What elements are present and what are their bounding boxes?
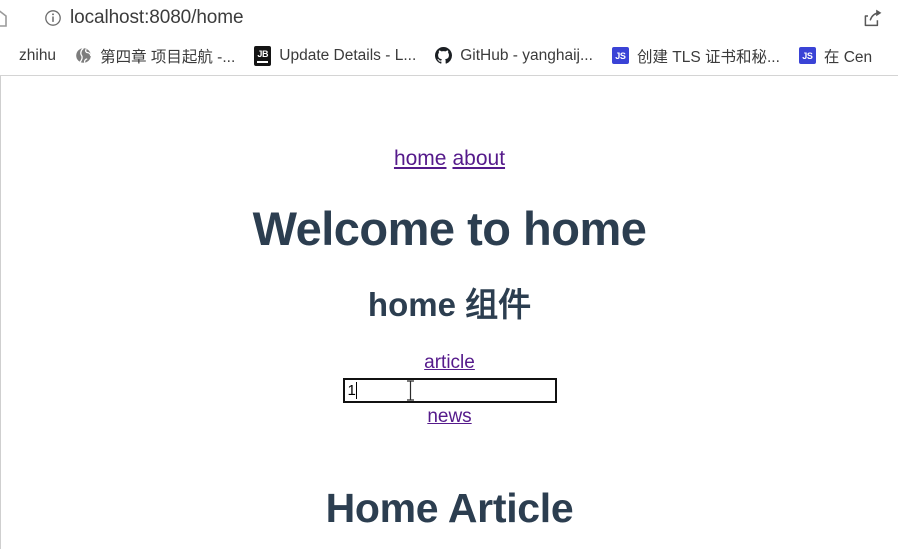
bookmark-label: zhihu bbox=[19, 46, 57, 64]
component-heading: home 组件 bbox=[367, 285, 532, 323]
sub-nav-news-row: news bbox=[1, 405, 898, 429]
bookmark-tls-cert[interactable]: JS 创建 TLS 证书和秘... bbox=[605, 41, 787, 71]
text-caret bbox=[355, 381, 357, 399]
ibeam-cursor-icon bbox=[406, 380, 415, 401]
article-heading: Home Article bbox=[325, 485, 574, 532]
nav-link-article[interactable]: article bbox=[424, 352, 475, 373]
github-icon bbox=[435, 47, 453, 64]
js-icon: JS bbox=[798, 47, 816, 64]
jetbrains-icon: JB bbox=[254, 45, 272, 66]
bookmark-centos[interactable]: JS 在 Cen bbox=[792, 41, 879, 71]
nav-link-home[interactable]: home bbox=[394, 147, 447, 170]
bookmark-label: 在 Cen bbox=[823, 48, 873, 66]
bookmark-label: Update Details - L... bbox=[279, 46, 417, 64]
text-input-wrapper bbox=[342, 377, 557, 403]
bookmark-label: GitHub - yanghaij... bbox=[460, 46, 593, 64]
bookmark-chapter-four[interactable]: 第四章 项目起航 -... bbox=[68, 41, 242, 71]
back-arrow-icon[interactable] bbox=[0, 0, 14, 36]
bookmark-zhihu[interactable]: zhihu bbox=[12, 41, 63, 71]
bookmark-label: 创建 TLS 证书和秘... bbox=[636, 48, 780, 66]
jetbrains-icon-text: JB bbox=[254, 45, 272, 66]
page-content: home about Welcome to home home 组件 articl… bbox=[1, 76, 898, 532]
info-circle-icon[interactable] bbox=[44, 9, 62, 27]
bookmark-github[interactable]: GitHub - yanghaij... bbox=[428, 41, 600, 71]
js-icon: JS bbox=[611, 47, 629, 64]
bookmark-label: 第四章 项目起航 -... bbox=[100, 48, 236, 66]
url-text[interactable]: localhost:8080/home bbox=[70, 7, 244, 29]
browser-chrome: localhost:8080/home zhihu 第四章 项目起航 -... … bbox=[0, 0, 898, 76]
bookmarks-bar[interactable]: zhihu 第四章 项目起航 -... JB Update Details - … bbox=[0, 36, 898, 75]
page-title: Welcome to home bbox=[252, 202, 647, 255]
search-input[interactable] bbox=[342, 377, 557, 403]
bookmark-update-details[interactable]: JB Update Details - L... bbox=[247, 41, 423, 71]
js-icon-text: JS bbox=[611, 47, 629, 64]
address-bar[interactable]: localhost:8080/home bbox=[0, 0, 898, 36]
js-icon-text: JS bbox=[798, 47, 816, 64]
nav-link-news[interactable]: news bbox=[427, 406, 471, 427]
nav-link-about[interactable]: about bbox=[452, 147, 505, 170]
share-icon[interactable] bbox=[862, 7, 884, 29]
sub-nav: article news bbox=[1, 351, 898, 429]
page-viewport: home about Welcome to home home 组件 articl… bbox=[0, 76, 898, 549]
globe-icon bbox=[75, 47, 92, 64]
main-nav: home about bbox=[1, 148, 898, 169]
sub-nav-article-row: article bbox=[1, 351, 898, 375]
